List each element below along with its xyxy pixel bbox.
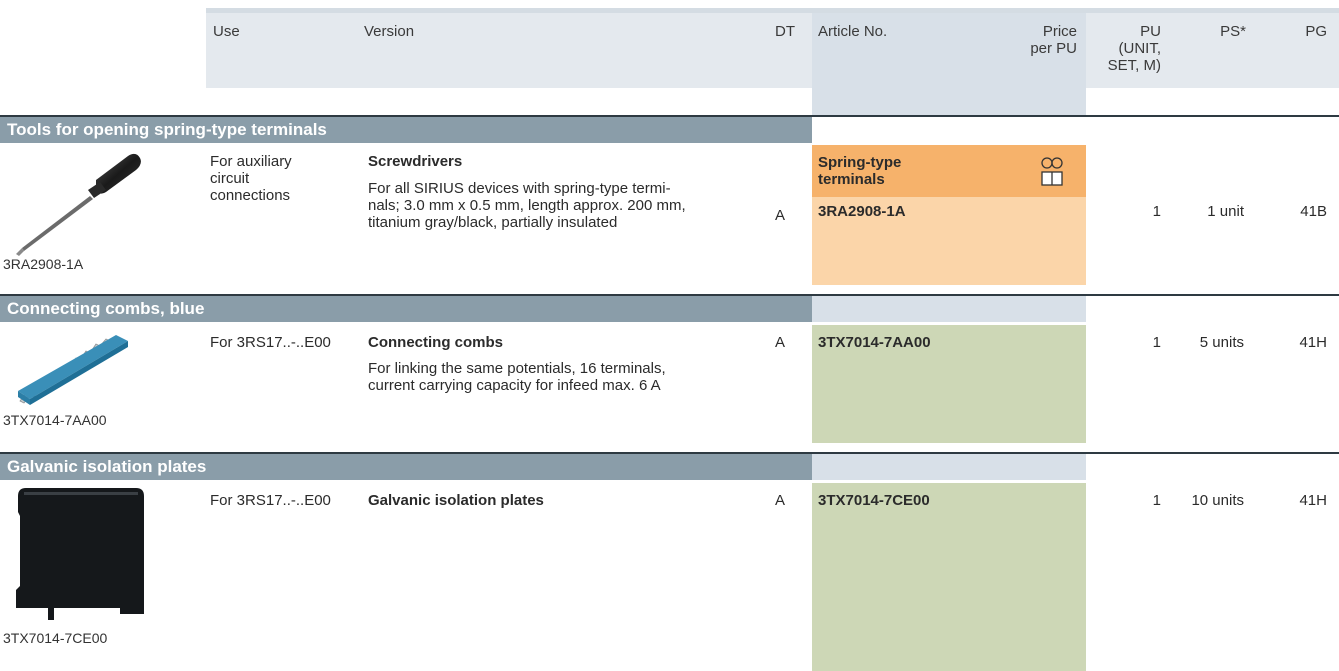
connecting-comb-image xyxy=(18,335,128,405)
header-version: Version xyxy=(364,23,415,40)
article-number: 3TX7014-7AA00 xyxy=(818,334,931,351)
header-dt: DT xyxy=(775,23,795,40)
header-ps: PS* xyxy=(1220,23,1246,40)
spring-terminal-label-line1: Spring-type xyxy=(818,154,902,171)
pu-value: 1 xyxy=(1152,334,1161,351)
pu-value: 1 xyxy=(1152,492,1161,509)
ps-value: 10 units xyxy=(1191,492,1244,509)
article-cell-green xyxy=(812,483,1086,671)
use-line: connections xyxy=(210,187,291,204)
header-band-left xyxy=(206,13,812,88)
ps-value: 5 units xyxy=(1199,334,1244,351)
version-title: Screwdrivers xyxy=(368,153,463,170)
use-text: For 3RS17..-..E00 xyxy=(210,334,331,351)
article-column-spacer xyxy=(812,296,1086,322)
version-title: Connecting combs xyxy=(368,334,504,351)
section-title: Galvanic isolation plates xyxy=(0,454,812,480)
image-caption: 3TX7014-7CE00 xyxy=(3,630,108,646)
dt-value: A xyxy=(775,492,786,509)
spring-terminal-icon xyxy=(1041,157,1063,186)
screwdriver-image xyxy=(16,153,141,256)
article-number: 3TX7014-7CE00 xyxy=(818,492,930,509)
section-title: Connecting combs, blue xyxy=(0,296,812,322)
header-price: Price per PU xyxy=(980,23,1077,57)
version-line: current carrying capacity for infeed max… xyxy=(368,377,661,394)
header-use: Use xyxy=(213,23,240,40)
header-pu-line3: SET, M) xyxy=(1107,57,1161,74)
dt-value: A xyxy=(775,334,786,351)
version-line: titanium gray/black, partially insulated xyxy=(368,214,618,231)
header-pg: PG xyxy=(1305,23,1327,40)
use-text: For 3RS17..-..E00 xyxy=(210,492,331,509)
isolation-plate-image xyxy=(16,488,144,620)
header-article-no: Article No. xyxy=(818,23,888,40)
image-caption: 3RA2908-1A xyxy=(3,256,84,272)
dt-value: A xyxy=(775,207,786,224)
header-price-line2: per PU xyxy=(1030,40,1077,57)
pg-value: 41B xyxy=(1300,203,1327,220)
article-column-spacer xyxy=(812,454,1086,480)
version-description: For all SIRIUS devices with spring-type … xyxy=(368,180,686,231)
spring-terminal-label-line2: terminals xyxy=(818,171,885,188)
version-description: For linking the same potentials, 16 term… xyxy=(368,360,666,394)
ps-value: 1 unit xyxy=(1207,203,1244,220)
use-line: For auxiliary xyxy=(210,153,292,170)
header-pu-line2: (UNIT, xyxy=(1118,40,1162,57)
spring-terminal-label: Spring-type terminals xyxy=(818,154,901,188)
pg-value: 41H xyxy=(1299,492,1327,509)
use-line: circuit xyxy=(210,170,250,187)
version-line: nals; 3.0 mm x 0.5 mm, length approx. 20… xyxy=(368,197,686,214)
article-number: 3RA2908-1A xyxy=(818,203,906,220)
use-text: For auxiliary circuit connections xyxy=(210,153,292,204)
image-caption: 3TX7014-7AA00 xyxy=(3,412,107,428)
version-line: For linking the same potentials, 16 term… xyxy=(368,360,666,377)
section-title: Tools for opening spring-type terminals xyxy=(0,117,812,143)
header-price-line1: Price xyxy=(1042,23,1077,40)
pg-value: 41H xyxy=(1299,334,1327,351)
version-line: For all SIRIUS devices with spring-type … xyxy=(368,180,671,197)
pu-value: 1 xyxy=(1152,203,1161,220)
version-title: Galvanic isolation plates xyxy=(368,492,544,509)
header-pu: PU (UNIT, SET, M) xyxy=(1086,23,1161,74)
header-pu-line1: PU xyxy=(1140,23,1161,40)
